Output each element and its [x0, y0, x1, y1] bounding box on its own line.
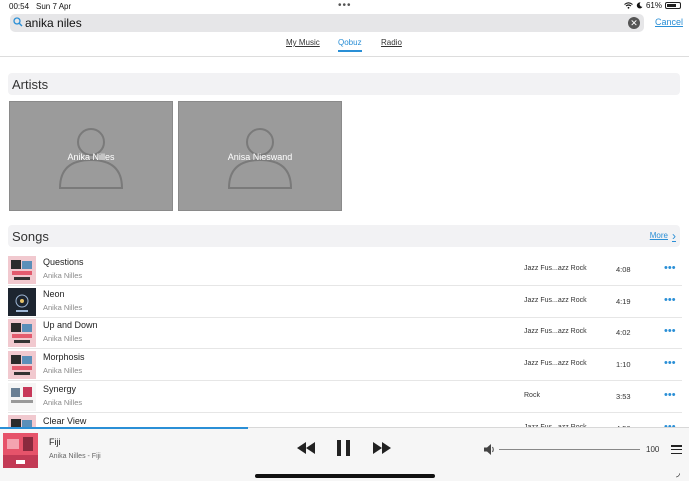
song-title: Neon — [43, 288, 65, 299]
ellipsis-icon[interactable]: ••• — [664, 262, 676, 274]
artist-name: Anisa Nieswand — [227, 152, 293, 162]
artist-name: Anika Nilles — [67, 152, 115, 162]
song-title: Clear View — [43, 415, 87, 426]
battery-percent: 61% — [645, 1, 662, 10]
song-genre: Rock — [524, 391, 540, 399]
volume-value: 100 — [646, 445, 660, 454]
tab-qobuz[interactable]: Qobuz — [338, 38, 362, 52]
song-title: Morphosis — [43, 352, 85, 363]
ellipsis-icon[interactable]: ••• — [664, 389, 676, 401]
song-artist: Anika Nilles — [43, 302, 83, 312]
hamburger-icon[interactable] — [671, 445, 682, 456]
song-genre: Jazz Fus...azz Rock — [524, 360, 587, 368]
song-genre: Jazz Fus...azz Rock — [524, 328, 587, 336]
artists-title: Artists — [12, 77, 49, 92]
ellipsis-icon[interactable]: ••• — [664, 357, 676, 369]
now-playing-artist: Anika Nilles - Fiji — [49, 453, 101, 460]
song-title: Up and Down — [43, 320, 98, 331]
more-link[interactable]: More › — [649, 228, 676, 243]
ellipsis-icon[interactable]: ••• — [664, 325, 676, 337]
tab-my-music[interactable]: My Music — [286, 38, 320, 47]
volume-slider[interactable] — [499, 449, 640, 450]
song-row[interactable]: Synergy Anika Nilles Rock 3:53 ••• — [8, 381, 682, 413]
song-row[interactable]: Neon Anika Nilles Jazz Fus...azz Rock 4:19 •… — [8, 286, 682, 318]
song-duration: 3:53 — [616, 391, 631, 401]
song-duration: 4:19 — [616, 296, 631, 306]
song-row[interactable]: Morphosis Anika Nilles Jazz Fus...azz Rock… — [8, 349, 682, 382]
speaker-icon[interactable] — [484, 444, 496, 455]
artist-card[interactable]: Anisa Nieswand — [178, 101, 342, 211]
chevron-right-icon: › — [672, 228, 676, 243]
search-icon — [13, 17, 23, 27]
fast-forward-icon[interactable] — [372, 442, 391, 454]
song-duration: 4:08 — [616, 265, 631, 274]
song-row[interactable]: Questions Anika Nilles Jazz Fus...azz Rock… — [8, 254, 682, 286]
now-playing-title: Fiji — [49, 437, 61, 447]
song-art — [8, 256, 36, 284]
divider — [0, 56, 689, 57]
playback-progress[interactable] — [0, 427, 249, 429]
more-label: More — [649, 231, 668, 240]
song-art — [8, 319, 36, 348]
song-artist: Anika Nilles — [43, 397, 83, 407]
battery-icon — [665, 2, 681, 9]
wifi-icon — [624, 2, 633, 9]
song-genre: Jazz Fus...azz Rock — [524, 296, 587, 304]
home-indicator — [255, 474, 435, 478]
song-artist: Anika Nilles — [43, 271, 83, 280]
cancel-button[interactable]: Cancel — [655, 17, 683, 27]
artist-card[interactable]: Anika Nilles — [9, 101, 173, 211]
status-time: 00:54 — [9, 2, 30, 11]
song-title: Questions — [43, 257, 84, 267]
song-art — [8, 287, 36, 316]
tab-radio[interactable]: Radio — [381, 38, 402, 47]
songs-title: Songs — [12, 229, 49, 244]
artists-header: Artists — [8, 73, 680, 95]
song-art — [8, 351, 36, 380]
status-right: 61% — [624, 1, 681, 10]
ellipsis-icon[interactable]: ••• — [664, 294, 676, 306]
pause-icon[interactable] — [336, 440, 351, 456]
song-artist: Anika Nilles — [43, 334, 83, 344]
song-duration: 1:10 — [616, 360, 631, 370]
search-input[interactable] — [25, 15, 625, 31]
moon-icon — [636, 2, 643, 9]
album-art[interactable] — [3, 433, 38, 468]
song-row[interactable]: Up and Down Anika Nilles Jazz Fus...azz Ro… — [8, 317, 682, 350]
songs-header: Songs More › — [8, 225, 680, 247]
clear-icon[interactable]: ✕ — [628, 17, 640, 29]
song-duration: 4:02 — [616, 328, 631, 338]
song-artist: Anika Nilles — [43, 366, 83, 376]
now-playing-bar: Fiji Anika Nilles - Fiji 100 ◞ — [0, 427, 689, 481]
song-art — [8, 382, 36, 411]
multitasking-dots-icon[interactable]: ••• — [338, 0, 352, 11]
rewind-icon[interactable] — [297, 442, 316, 454]
search-bar: ✕ — [10, 14, 644, 32]
status-date: Sun 7 Apr — [36, 2, 72, 11]
status-bar: 00:54 Sun 7 Apr ••• 61% — [0, 0, 689, 13]
song-title: Synergy — [43, 383, 77, 394]
song-genre: Jazz Fus...azz Rock — [524, 265, 587, 272]
resize-corner-icon: ◞ — [676, 468, 680, 479]
